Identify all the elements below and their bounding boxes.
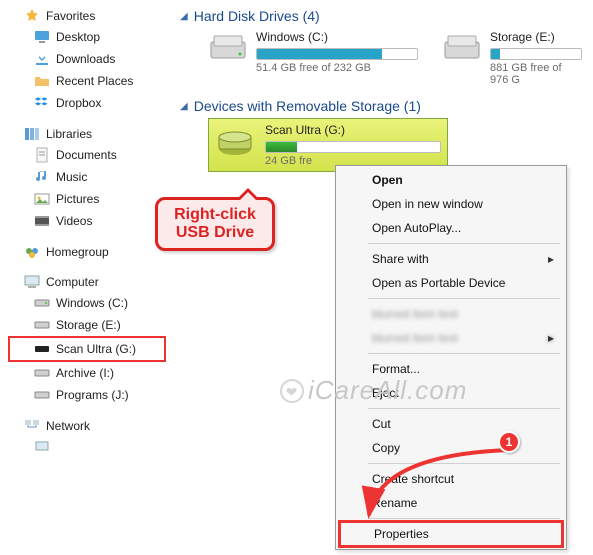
hdd-icon <box>34 317 50 333</box>
menu-format[interactable]: Format... <box>338 357 564 381</box>
homegroup-icon <box>24 244 40 260</box>
dropbox-icon <box>34 95 50 111</box>
tree-label: Programs (J:) <box>56 388 129 402</box>
sidebar-network-item[interactable] <box>8 436 170 458</box>
annotation-marker-1: 1 <box>498 431 520 453</box>
section-label: Computer <box>46 275 99 289</box>
callout-line2: USB Drive <box>162 224 268 242</box>
sidebar-drive-c[interactable]: Windows (C:) <box>8 292 170 314</box>
section-label: Favorites <box>46 9 95 23</box>
hdd-large-icon <box>442 30 482 70</box>
libraries-icon <box>24 126 40 142</box>
sidebar-drive-g[interactable]: Scan Ultra (G:) <box>8 336 166 362</box>
tree-label <box>56 440 83 454</box>
folder-icon <box>34 73 50 89</box>
drive-name: Storage (E:) <box>490 30 582 44</box>
drive-name: Scan Ultra (G:) <box>265 123 441 137</box>
drive-free: 51.4 GB free of 232 GB <box>256 62 418 74</box>
tree-label: Dropbox <box>56 96 101 110</box>
removable-large-icon <box>215 123 255 163</box>
network-icon <box>24 418 40 434</box>
video-icon <box>34 213 50 229</box>
drive-bar <box>490 48 582 60</box>
sidebar-drive-e[interactable]: Storage (E:) <box>8 314 170 336</box>
section-label: Homegroup <box>46 245 109 259</box>
section-label: Libraries <box>46 127 92 141</box>
tree-label: Downloads <box>56 52 115 66</box>
sidebar-item-downloads[interactable]: Downloads <box>8 48 170 70</box>
menu-separator <box>368 353 560 354</box>
hdd-icon <box>34 295 50 311</box>
hdd-large-icon <box>208 30 248 70</box>
group-header-removable[interactable]: ◢ Devices with Removable Storage (1) <box>178 96 585 118</box>
tree-label: Videos <box>56 214 92 228</box>
drive-bar <box>256 48 418 60</box>
tree-label: Documents <box>56 148 117 162</box>
menu-redacted[interactable]: blurred item text <box>338 302 564 326</box>
star-icon <box>24 8 40 24</box>
pc-icon <box>34 439 50 455</box>
music-icon <box>34 169 50 185</box>
drive-bar <box>265 141 441 153</box>
section-label: Network <box>46 419 90 433</box>
tree-label: Pictures <box>56 192 99 206</box>
tree-label: Scan Ultra (G:) <box>56 342 136 356</box>
sidebar-item-recent[interactable]: Recent Places <box>8 70 170 92</box>
sidebar-drive-j[interactable]: Programs (J:) <box>8 384 170 406</box>
usb-icon <box>34 341 50 357</box>
drive-item-e[interactable]: Storage (E:) 881 GB free of 976 G <box>442 30 582 86</box>
computer-icon <box>24 274 40 290</box>
sidebar-item-dropbox[interactable]: Dropbox <box>8 92 170 114</box>
collapse-icon: ◢ <box>180 101 188 112</box>
hdd-icon <box>34 387 50 403</box>
menu-eject[interactable]: Eject <box>338 381 564 405</box>
sidebar-item-music[interactable]: Music <box>8 166 170 188</box>
sidebar-item-documents[interactable]: Documents <box>8 144 170 166</box>
drive-name: Windows (C:) <box>256 30 418 44</box>
tree-label: Windows (C:) <box>56 296 128 310</box>
group-header-hdd[interactable]: ◢ Hard Disk Drives (4) <box>178 6 585 28</box>
section-homegroup[interactable]: Homegroup <box>8 242 170 262</box>
group-label: Hard Disk Drives (4) <box>194 8 320 24</box>
menu-cut[interactable]: Cut <box>338 412 564 436</box>
menu-redacted[interactable]: blurred item text <box>338 326 564 350</box>
tree-label: Storage (E:) <box>56 318 121 332</box>
sidebar-item-pictures[interactable]: Pictures <box>8 188 170 210</box>
callout-line1: Right-click <box>162 206 268 224</box>
annotation-arrow <box>349 445 519 535</box>
sidebar-item-desktop[interactable]: Desktop <box>8 26 170 48</box>
menu-open-new[interactable]: Open in new window <box>338 192 564 216</box>
download-icon <box>34 51 50 67</box>
hdd-icon <box>34 365 50 381</box>
picture-icon <box>34 191 50 207</box>
menu-separator <box>368 243 560 244</box>
collapse-icon: ◢ <box>180 11 188 22</box>
menu-separator <box>368 408 560 409</box>
menu-portable[interactable]: Open as Portable Device <box>338 271 564 295</box>
group-label: Devices with Removable Storage (1) <box>194 98 421 114</box>
tree-label: Recent Places <box>56 74 133 88</box>
tree-label: Archive (I:) <box>56 366 114 380</box>
menu-autoplay[interactable]: Open AutoPlay... <box>338 216 564 240</box>
desktop-icon <box>34 29 50 45</box>
section-libraries[interactable]: Libraries <box>8 124 170 144</box>
sidebar-drive-i[interactable]: Archive (I:) <box>8 362 170 384</box>
annotation-callout: Right-click USB Drive <box>155 197 275 251</box>
section-computer[interactable]: Computer <box>8 272 170 292</box>
sidebar-item-videos[interactable]: Videos <box>8 210 170 232</box>
tree-label: Music <box>56 170 87 184</box>
tree-label: Desktop <box>56 30 100 44</box>
drive-free: 881 GB free of 976 G <box>490 62 582 86</box>
menu-share-with[interactable]: Share with <box>338 247 564 271</box>
navigation-pane: Favorites Desktop Downloads Recent Place… <box>0 0 170 555</box>
menu-separator <box>368 298 560 299</box>
menu-open[interactable]: Open <box>338 168 564 192</box>
document-icon <box>34 147 50 163</box>
section-network[interactable]: Network <box>8 416 170 436</box>
drive-item-c[interactable]: Windows (C:) 51.4 GB free of 232 GB <box>208 30 418 86</box>
section-favorites[interactable]: Favorites <box>8 6 170 26</box>
drive-item-g[interactable]: Scan Ultra (G:) 24 GB fre <box>208 118 448 172</box>
